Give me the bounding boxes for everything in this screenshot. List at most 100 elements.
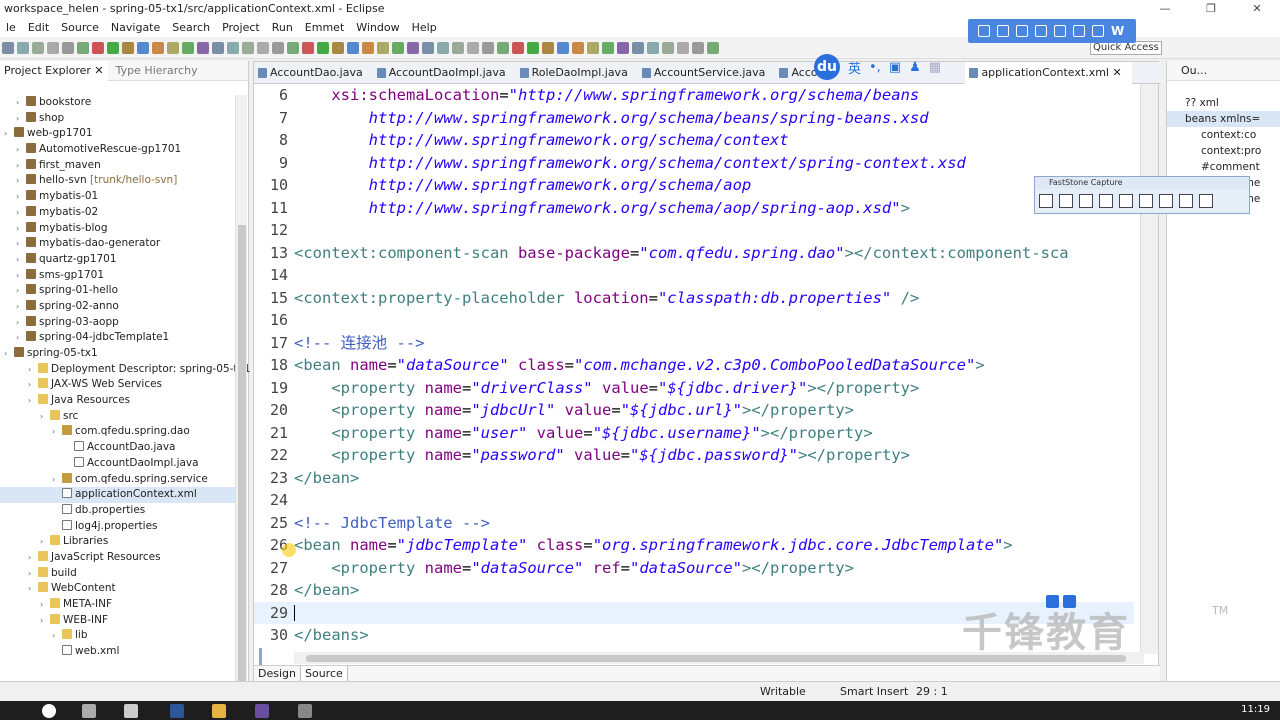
code-line[interactable]: 16: [254, 309, 1134, 332]
toolbar-icon[interactable]: [407, 41, 419, 54]
tree-item[interactable]: › bookstore: [0, 95, 235, 111]
toolbar-icon[interactable]: [212, 41, 224, 54]
task-view-icon[interactable]: [82, 704, 96, 718]
tree-item[interactable]: › src: [0, 409, 235, 425]
tree-item[interactable]: › build: [0, 566, 235, 582]
tree-item[interactable]: › first_maven: [0, 158, 235, 174]
tree-item[interactable]: › spring-03-aopp: [0, 315, 235, 331]
code-line[interactable]: 10 http://www.springframework.org/schema…: [254, 174, 1134, 197]
toolbar-icon[interactable]: [32, 41, 44, 54]
code-view[interactable]: 6 xsi:schemaLocation="http://www.springf…: [254, 84, 1134, 654]
grid-icon[interactable]: ▦: [929, 60, 941, 75]
code-line[interactable]: 21 <property name="user" value="${jdbc.u…: [254, 422, 1134, 445]
tree-item[interactable]: › Java Resources: [0, 393, 235, 409]
code-line[interactable]: 19 <property name="driverClass" value="$…: [254, 377, 1134, 400]
chevron-right-icon[interactable]: ›: [52, 424, 62, 440]
tree-item[interactable]: › META-INF: [0, 597, 235, 613]
toolbar-icon[interactable]: [497, 41, 509, 54]
float-tool-icon[interactable]: [978, 25, 990, 37]
toolbar-icon[interactable]: [677, 41, 689, 54]
capture-rect-icon[interactable]: [1079, 194, 1093, 208]
toolbar-icon[interactable]: [17, 41, 29, 54]
chevron-right-icon[interactable]: ›: [52, 628, 62, 644]
tree-item[interactable]: › web-gp1701: [0, 126, 235, 142]
ime-language[interactable]: 英: [848, 58, 861, 77]
chevron-right-icon[interactable]: ›: [16, 189, 26, 205]
eclipse-icon[interactable]: [255, 704, 269, 718]
tree-item[interactable]: log4j.properties: [0, 519, 235, 535]
toolbar-icon[interactable]: [392, 41, 404, 54]
float-tool-icon[interactable]: [1073, 25, 1085, 37]
chevron-right-icon[interactable]: ›: [16, 205, 26, 221]
chevron-right-icon[interactable]: ›: [28, 581, 38, 597]
outline-item[interactable]: context:co: [1167, 127, 1280, 143]
chevron-right-icon[interactable]: ›: [28, 550, 38, 566]
toolbar-icon[interactable]: [227, 41, 239, 54]
tab-design[interactable]: Design: [254, 666, 300, 682]
capture-scroll-icon[interactable]: [1139, 194, 1153, 208]
toolbar-icon[interactable]: [557, 41, 569, 54]
chevron-right-icon[interactable]: ›: [40, 613, 50, 629]
chevron-right-icon[interactable]: ›: [28, 362, 38, 378]
menu-item-source[interactable]: Source: [55, 21, 105, 34]
tab-outline[interactable]: Ou...: [1167, 61, 1280, 81]
toolbar-icon[interactable]: [692, 41, 704, 54]
code-line[interactable]: 23 </bean>: [254, 467, 1134, 490]
punctuation-icon[interactable]: •,: [869, 60, 881, 75]
toolbar-icon[interactable]: [602, 41, 614, 54]
float-tool-icon[interactable]: [1092, 25, 1104, 37]
tree-item[interactable]: AccountDao.java: [0, 440, 235, 456]
toolbar-icon[interactable]: [632, 41, 644, 54]
baidu-ime-logo[interactable]: du: [814, 54, 840, 80]
toolbar-icon[interactable]: [47, 41, 59, 54]
menu-item-window[interactable]: Window: [350, 21, 405, 34]
tree-item[interactable]: › quartz-gp1701: [0, 252, 235, 268]
chevron-right-icon[interactable]: ›: [16, 142, 26, 158]
chevron-right-icon[interactable]: ›: [16, 268, 26, 284]
settings-icon[interactable]: [1199, 194, 1213, 208]
code-line[interactable]: 27 <property name="dataSource" ref="data…: [254, 557, 1134, 580]
chevron-right-icon[interactable]: ›: [16, 330, 26, 346]
toolbar-icon[interactable]: [542, 41, 554, 54]
toolbar-icon[interactable]: [302, 41, 314, 54]
menu-item-edit[interactable]: Edit: [22, 21, 55, 34]
toolbar-icon[interactable]: [662, 41, 674, 54]
chevron-right-icon[interactable]: ›: [40, 534, 50, 550]
toolbar-icon[interactable]: [377, 41, 389, 54]
toolbar-icon[interactable]: [137, 41, 149, 54]
toolbar-icon[interactable]: [452, 41, 464, 54]
scroll-thumb[interactable]: [238, 225, 246, 720]
menu-item-search[interactable]: Search: [166, 21, 216, 34]
toolbar-icon[interactable]: [257, 41, 269, 54]
tree-item[interactable]: db.properties: [0, 503, 235, 519]
code-line[interactable]: 25 <!-- JdbcTemplate -->: [254, 512, 1134, 535]
close-button[interactable]: ✕: [1234, 0, 1280, 18]
menu-item-emmet[interactable]: Emmet: [299, 21, 350, 34]
code-line[interactable]: 8 http://www.springframework.org/schema/…: [254, 129, 1134, 152]
editor-tab[interactable]: applicationContext.xml ✕: [965, 61, 1132, 84]
toolbar-icon[interactable]: [77, 41, 89, 54]
code-line[interactable]: 9 http://www.springframework.org/schema/…: [254, 152, 1134, 175]
chevron-right-icon[interactable]: ›: [28, 566, 38, 582]
chevron-right-icon[interactable]: ›: [28, 393, 38, 409]
toolbar-icon[interactable]: [62, 41, 74, 54]
outline-item[interactable]: context:pro: [1167, 143, 1280, 159]
tree-item[interactable]: › WebContent: [0, 581, 235, 597]
tree-item[interactable]: › mybatis-blog: [0, 221, 235, 237]
toolbar-icon[interactable]: [287, 41, 299, 54]
chevron-right-icon[interactable]: ›: [16, 283, 26, 299]
chevron-right-icon[interactable]: ›: [16, 252, 26, 268]
w-logo-icon[interactable]: W: [1111, 24, 1124, 38]
code-line[interactable]: 22 <property name="password" value="${jd…: [254, 444, 1134, 467]
tab-type-hierarchy[interactable]: Type Hierarchy: [108, 64, 206, 77]
toolbar-icon[interactable]: [437, 41, 449, 54]
float-tool-icon[interactable]: [1035, 25, 1047, 37]
chevron-right-icon[interactable]: ›: [16, 95, 26, 111]
outline-item[interactable]: #comment: [1167, 159, 1280, 175]
word-icon[interactable]: [170, 704, 184, 718]
toolbar-icon[interactable]: [527, 41, 539, 54]
tree-item[interactable]: › Libraries: [0, 534, 235, 550]
toolbar-icon[interactable]: [152, 41, 164, 54]
capture-object-icon[interactable]: [1059, 194, 1073, 208]
color-picker-icon[interactable]: [1159, 194, 1173, 208]
